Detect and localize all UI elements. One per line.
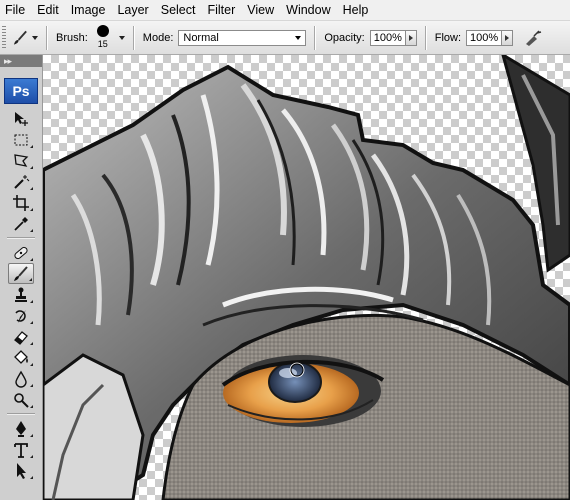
separator — [46, 25, 48, 50]
mode-label: Mode: — [142, 31, 174, 44]
menu-layer[interactable]: Layer — [111, 0, 154, 20]
healing-brush-tool[interactable] — [8, 242, 34, 263]
eraser-tool[interactable] — [8, 326, 34, 347]
opacity-label: Opacity: — [324, 31, 365, 44]
path-selection-tool[interactable] — [8, 460, 34, 481]
opacity-input[interactable]: 100% — [369, 29, 406, 46]
drop-icon — [15, 370, 27, 388]
magic-wand-tool[interactable] — [8, 171, 34, 192]
document-canvas[interactable] — [43, 55, 570, 500]
eraser-icon — [14, 330, 28, 345]
history-brush-icon — [15, 309, 26, 323]
separator — [132, 25, 135, 50]
brush-icon — [13, 30, 27, 45]
menu-view[interactable]: View — [241, 0, 280, 20]
crop-tool[interactable] — [8, 192, 34, 213]
pen-icon — [16, 420, 26, 437]
photoshop-logo: Ps — [4, 78, 38, 104]
toolbox: ▸▸ Ps — [0, 55, 43, 500]
separator — [314, 25, 317, 50]
flow-slider-button[interactable] — [502, 29, 514, 46]
menu-edit[interactable]: Edit — [31, 0, 65, 20]
menu-help[interactable]: Help — [337, 0, 375, 20]
move-icon — [15, 111, 28, 126]
brush-label: Brush: — [56, 31, 88, 44]
lasso-icon — [14, 153, 29, 167]
opacity-slider-button[interactable] — [405, 29, 417, 46]
menu-window[interactable]: Window — [280, 0, 336, 20]
chevron-down-icon — [32, 35, 38, 40]
paint-bucket-icon — [14, 349, 28, 364]
marquee-tool[interactable] — [8, 129, 34, 150]
marquee-icon — [14, 134, 28, 145]
type-tool[interactable] — [8, 439, 34, 460]
type-icon — [14, 442, 28, 458]
eyedropper-icon — [14, 216, 28, 231]
clone-stamp-tool[interactable] — [8, 284, 34, 305]
toolbox-collapse-handle[interactable]: ▸▸ — [0, 55, 42, 67]
options-bar: Brush: 15 Mode: Normal Opacity: 100% Flo… — [0, 21, 570, 55]
brush-tool[interactable] — [8, 263, 34, 284]
eyedropper-tool[interactable] — [8, 213, 34, 234]
bandage-icon — [14, 246, 28, 259]
mode-value: Normal — [183, 31, 219, 44]
history-brush-tool[interactable] — [8, 305, 34, 326]
pen-tool[interactable] — [8, 418, 34, 439]
menu-filter[interactable]: Filter — [201, 0, 241, 20]
flow-input[interactable]: 100% — [466, 29, 503, 46]
chevron-down-icon — [295, 35, 302, 40]
dodge-icon — [14, 392, 29, 408]
menu-file[interactable]: File — [0, 0, 31, 20]
artwork-eagle-eye — [43, 55, 570, 500]
menu-bar: File Edit Image Layer Select Filter View… — [0, 0, 570, 21]
chevron-down-icon[interactable] — [118, 35, 125, 40]
dodge-tool[interactable] — [8, 389, 34, 410]
brush-icon — [14, 265, 28, 281]
brush-size-value: 15 — [97, 38, 108, 49]
lasso-tool[interactable] — [8, 150, 34, 171]
mode-select[interactable]: Normal — [178, 29, 307, 46]
move-tool[interactable] — [8, 108, 34, 129]
brush-picker[interactable]: 15 — [93, 24, 113, 52]
options-bar-grip[interactable] — [2, 25, 6, 50]
tool-preset-picker[interactable] — [12, 26, 38, 50]
menu-select[interactable]: Select — [155, 0, 202, 20]
chevron-right-icon — [505, 34, 510, 41]
airbrush-toggle[interactable] — [521, 26, 545, 50]
airbrush-icon — [526, 29, 542, 46]
magic-wand-icon — [14, 174, 30, 189]
chevron-right-icon — [408, 34, 413, 41]
flow-label: Flow: — [434, 31, 462, 44]
separator — [424, 25, 427, 50]
brush-tip-preview — [96, 24, 109, 37]
paint-bucket-tool[interactable] — [8, 347, 34, 368]
crop-icon — [13, 194, 29, 211]
arrow-icon — [17, 462, 26, 479]
stamp-icon — [15, 287, 27, 302]
menu-image[interactable]: Image — [65, 0, 112, 20]
blur-tool[interactable] — [8, 368, 34, 389]
